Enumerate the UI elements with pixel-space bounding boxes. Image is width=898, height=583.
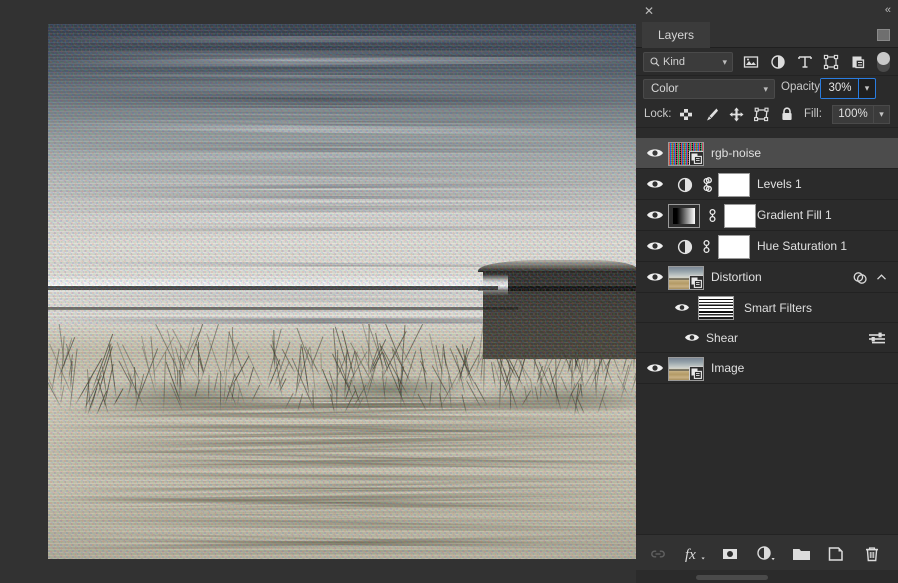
visibility-eye-icon[interactable] [646,361,664,375]
smart-object-badge-icon [689,366,703,380]
canvas-horizon-dark-line-2 [48,307,518,310]
smart-object-badge-icon [689,275,703,289]
layer-name-levels-1[interactable]: Levels 1 [757,169,802,200]
layer-name-rgb-noise[interactable]: rgb-noise [711,138,761,169]
layer-name-shear[interactable]: Shear [706,323,738,353]
layer-row-image[interactable]: Image [636,353,898,384]
opacity-input[interactable]: 30% [821,79,859,98]
chevron-down-icon: ▾ [722,57,727,67]
layer-mask-link-icon[interactable] [701,239,712,254]
opacity-field-wrapper[interactable]: 30% ▾ [820,78,876,99]
panel-tabstrip: Layers [636,22,898,48]
layer-mask-thumbnail-gradient-fill-1[interactable] [724,204,756,228]
filter-blending-options-icon[interactable] [868,331,886,346]
smart-filter-indicator-icon[interactable] [852,270,868,286]
layer-name-distortion[interactable]: Distortion [711,262,762,293]
blend-mode-select[interactable]: Color ▾ [643,79,775,99]
lock-label: Lock: [644,108,672,120]
gradient-fill-thumbnail[interactable] [668,204,700,228]
layer-filter-bar: Kind ▾ [636,48,898,76]
layer-list[interactable]: rgb-noise Levels 1 Gradient Fill 1 Hue S… [636,138,898,534]
close-icon[interactable]: ✕ [643,5,655,17]
lock-all[interactable] [779,106,797,124]
layer-thumbnail-rgb-noise[interactable] [668,142,704,166]
filter-adjustment-layers[interactable] [769,53,787,71]
layer-row-shear[interactable]: Shear [636,323,898,353]
add-layer-mask-button[interactable] [720,544,740,564]
new-layer-button[interactable] [826,544,846,564]
smart-filters-mask-thumbnail[interactable] [698,296,734,320]
filter-pixel-layers[interactable] [742,53,760,71]
layer-name-gradient-fill-1[interactable]: Gradient Fill 1 [757,200,832,231]
visibility-eye-icon[interactable] [646,208,664,222]
layer-name-smart-filters[interactable]: Smart Filters [744,293,812,323]
tab-layers-label: Layers [658,28,695,42]
filter-shape-layers[interactable] [822,53,840,71]
svg-text:fx: fx [685,547,696,563]
blend-opacity-row: Color ▾ Opacity: 30% ▾ [636,76,898,102]
layers-panel: ✕ « Layers Kind ▾ Color ▾ Opacity: 30% ▾… [636,0,898,583]
visibility-eye-icon[interactable] [646,239,664,253]
lock-artboard-nesting[interactable] [753,106,771,124]
fill-label: Fill: [804,108,822,120]
delete-layer-button[interactable] [862,544,882,564]
layer-mask-thumbnail-hue-saturation-1[interactable] [718,235,750,259]
visibility-eye-icon[interactable] [646,146,664,160]
filter-kind-select[interactable]: Kind ▾ [643,52,733,72]
add-layer-style-button[interactable]: fx [684,544,705,564]
layer-thumbnail-distortion[interactable] [668,266,704,290]
filter-kind-label: Kind [663,56,686,68]
layer-name-hue-saturation-1[interactable]: Hue Saturation 1 [757,231,847,262]
layer-mask-thumbnail-levels-1[interactable] [718,173,750,197]
layer-row-levels-1[interactable]: Levels 1 [636,169,898,200]
fill-input[interactable]: 100% [832,105,873,124]
search-icon [650,57,660,67]
visibility-eye-icon[interactable] [684,331,700,344]
horizontal-scrollbar[interactable] [696,575,768,580]
layer-mask-link-icon[interactable] [707,208,718,223]
layer-row-gradient-fill-1[interactable]: Gradient Fill 1 [636,200,898,231]
layer-name-image[interactable]: Image [711,353,744,384]
lock-image-pixels[interactable] [703,106,721,124]
filter-smart-objects[interactable] [849,53,867,71]
canvas-structure-roof [478,260,636,272]
panel-menu-icon[interactable] [877,29,890,41]
levels-adjustment-icon[interactable] [676,176,694,194]
filter-enable-toggle[interactable] [877,52,890,72]
blend-mode-value: Color [651,83,679,95]
chevron-down-icon: ▾ [763,84,768,94]
panel-titlebar: ✕ « [636,0,898,22]
panel-bottom-strip [636,570,898,583]
canvas-horizon-streak [48,274,508,296]
visibility-eye-icon[interactable] [646,270,664,284]
layer-mask-link-icon[interactable] [701,177,712,192]
layer-row-distortion[interactable]: Distortion [636,262,898,293]
opacity-dropdown-chevron-icon[interactable]: ▾ [858,79,875,98]
hue-saturation-adjustment-icon[interactable] [676,238,694,256]
layer-row-hue-saturation-1[interactable]: Hue Saturation 1 [636,231,898,262]
collapse-chevron-up-icon[interactable] [875,271,888,284]
visibility-eye-icon[interactable] [646,177,664,191]
link-layers-button[interactable] [648,544,668,564]
layer-row-rgb-noise[interactable]: rgb-noise [636,138,898,169]
opacity-label: Opacity: [781,81,824,93]
new-fill-adjustment-layer-button[interactable] [755,544,775,564]
lock-row: Lock: Fill: 100% ▾ [636,102,898,128]
new-group-button[interactable] [791,544,811,564]
layer-thumbnail-image[interactable] [668,357,704,381]
visibility-eye-icon[interactable] [674,301,690,314]
layer-row-smart-filters[interactable]: Smart Filters [636,293,898,323]
fill-dropdown-chevron-icon[interactable]: ▾ [873,105,890,124]
lock-transparent-pixels[interactable] [678,106,696,124]
document-canvas[interactable] [48,24,636,559]
photoshop-window: ✕ « Layers Kind ▾ Color ▾ Opacity: 30% ▾… [0,0,898,583]
fill-field-wrapper[interactable]: 100% ▾ [832,105,890,124]
layers-panel-footer: fx [636,534,898,570]
filter-type-layers[interactable] [796,53,814,71]
tab-layers[interactable]: Layers [642,22,711,48]
lock-position[interactable] [728,106,746,124]
collapse-double-chevron-icon[interactable]: « [885,4,891,16]
smart-object-badge-icon [689,151,703,165]
canvas-horizon-dark-line [48,286,498,290]
